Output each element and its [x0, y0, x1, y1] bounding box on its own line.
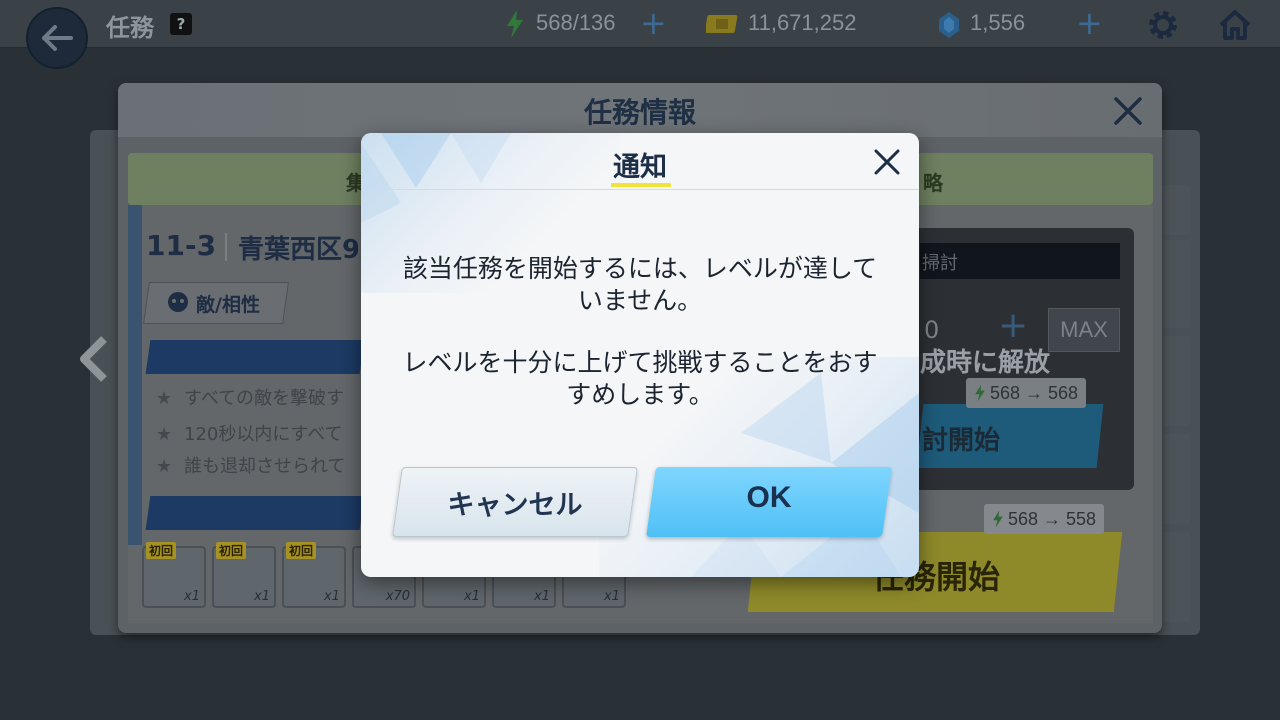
dialog-header-divider [361, 189, 919, 190]
lightning-icon [993, 510, 1003, 528]
tab-right[interactable]: 略 [923, 167, 943, 196]
sweep-max-button[interactable]: MAX [1048, 308, 1120, 352]
dialog-message-line: 該当任務を開始するには、レベルが達して [402, 254, 878, 283]
back-button[interactable] [26, 7, 88, 69]
star-icon: ★ [156, 456, 173, 477]
cancel-button-label: キャンセル [447, 490, 583, 521]
ap-counter: 568/136 [536, 10, 616, 35]
conditions-header-bar [145, 340, 365, 374]
mission-energy-cost: 568 → 558 [984, 504, 1105, 534]
lightning-icon [975, 384, 985, 402]
notification-dialog: 通知 該当任務を開始するには、レベルが達して いません。 レベルを十分に上げて挑… [361, 133, 919, 577]
side-list-item [1160, 240, 1190, 328]
gems-counter: 1,556 [970, 10, 1026, 35]
credit-ticket-icon [706, 15, 738, 33]
credits-counter: 11,671,252 [748, 10, 857, 35]
reward-item[interactable]: 初回 x1 [212, 542, 276, 608]
close-icon[interactable] [1112, 95, 1144, 127]
top-bar: 任務 ? 568/136 + 11,671,252 1,556 + [0, 0, 1280, 69]
side-list-item [1160, 434, 1190, 524]
enemy-info-label: 敵/相性 [196, 294, 260, 316]
sweep-plus-button[interactable]: + [998, 305, 1028, 346]
side-list-item [1160, 185, 1190, 235]
stage-separator [225, 233, 227, 261]
dialog-title-underline [611, 183, 671, 187]
condition-item: ★ すべての敵を撃破す [156, 388, 345, 409]
dialog-message-line: すめします。 [566, 380, 714, 409]
sweep-start-label: 討開始 [922, 426, 1001, 456]
stage-image-strip [128, 205, 142, 545]
sweep-energy-cost: 568 → 568 [966, 378, 1087, 408]
condition-item: ★ 120秒以内にすべて [156, 424, 343, 445]
side-list-item [1160, 336, 1190, 426]
sweep-quantity: 0 [924, 316, 940, 344]
side-list-item [1160, 532, 1190, 622]
lightning-icon [507, 10, 523, 38]
dialog-message-line: レベルを十分に上げて挑戦することをおす [402, 348, 878, 377]
gear-icon[interactable] [1146, 8, 1180, 42]
chevron-left-icon[interactable] [76, 335, 110, 383]
dialog-message-line: いません。 [577, 286, 703, 315]
add-ap-button[interactable]: + [640, 4, 667, 42]
help-icon[interactable]: ? [170, 13, 192, 35]
stage-name: 青葉西区9 [238, 235, 358, 265]
reward-item[interactable]: 初回 x1 [142, 542, 206, 608]
page-title: 任務 [106, 14, 154, 42]
gem-icon [939, 12, 959, 38]
dialog-title: 通知 [613, 152, 667, 183]
stage-number: 11-3 [146, 229, 217, 262]
star-icon: ★ [156, 424, 173, 445]
reward-item[interactable]: 初回 x1 [282, 542, 346, 608]
enemy-icon [168, 292, 188, 312]
home-icon[interactable] [1218, 8, 1252, 42]
condition-item: ★ 誰も退却させられて [156, 456, 346, 477]
arrow-left-icon [42, 25, 73, 51]
sweep-unlock-text: 成時に解放 [920, 348, 1051, 378]
sweep-label: 掃討 [922, 253, 958, 274]
star-icon: ★ [156, 388, 173, 409]
rewards-header-bar [145, 496, 365, 530]
mission-panel-title: 任務情報 [583, 96, 696, 129]
add-gems-button[interactable]: + [1076, 4, 1103, 42]
close-icon[interactable] [871, 146, 903, 178]
ok-button-label: OK [746, 481, 792, 514]
